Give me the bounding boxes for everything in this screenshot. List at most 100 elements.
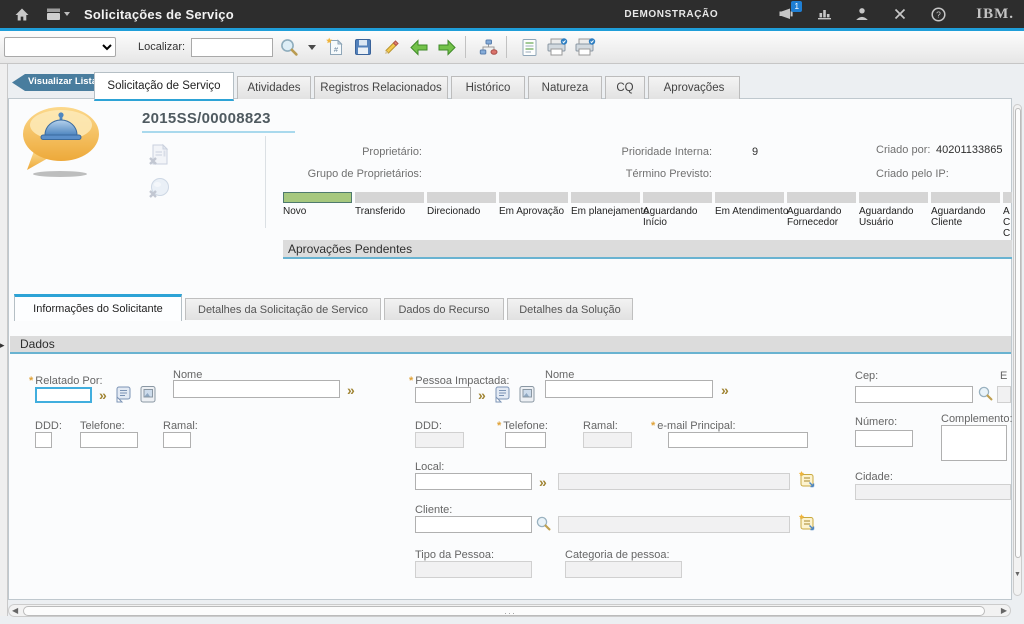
impactada-ramal-label: Ramal: [583, 420, 618, 432]
cliente-input[interactable] [415, 516, 532, 533]
pessoa-impactada-input[interactable] [415, 387, 471, 403]
categoria-pessoa-label: Categoria de pessoa: [565, 549, 670, 561]
subtab-detalhes-solucao[interactable]: Detalhes da Solução [507, 298, 633, 320]
required-icon: * [409, 375, 413, 387]
relatado-nome-chevron-icon[interactable]: » [347, 383, 355, 397]
vertical-scrollbar[interactable]: ▼ [1013, 104, 1022, 596]
tab-natureza[interactable]: Natureza [528, 76, 602, 99]
numero-input[interactable] [855, 430, 913, 447]
status-segment-label: Aguardando Usuário [859, 206, 937, 228]
ibm-logo: IBM. [976, 6, 1014, 23]
horizontal-scrollbar[interactable]: ◀ ··· ▶ [8, 604, 1011, 617]
view-list-button[interactable]: Visualizar Lista [12, 74, 106, 91]
localizar-input[interactable] [191, 38, 273, 57]
search-icon[interactable] [277, 34, 301, 60]
status-segment-label: Direcionado [427, 206, 505, 217]
status-segment-label: Aguardando Início [643, 206, 721, 228]
toolbar-separator [506, 36, 507, 58]
relatado-ramal-label: Ramal: [163, 420, 198, 432]
impactada-nome-chevron-icon[interactable]: » [721, 383, 729, 397]
print-button[interactable] [545, 34, 569, 60]
tab-solicitacao-de-servico[interactable]: Solicitação de Serviço [94, 72, 234, 101]
relatado-ddd-input[interactable] [35, 432, 52, 448]
local-input[interactable] [415, 473, 532, 490]
subtab-dados-recurso[interactable]: Dados do Recurso [384, 298, 504, 320]
tab-registros-relacionados[interactable]: Registros Relacionados [314, 76, 448, 99]
logout-icon[interactable] [888, 3, 912, 25]
bulletins-icon[interactable]: 1 [774, 3, 798, 25]
status-segment: Em Atendimento [715, 192, 784, 238]
cidade-label: Cidade: [855, 471, 893, 483]
status-segment-bar [715, 192, 784, 203]
work-area: ▸ Visualizar Lista Solicitação de Serviç… [0, 64, 1024, 624]
impactada-nome-input[interactable] [545, 380, 713, 398]
tab-atividades[interactable]: Atividades [237, 76, 311, 99]
relatado-nome-input[interactable] [173, 380, 340, 398]
tipo-pessoa-label: Tipo da Pessoa: [415, 549, 494, 561]
tab-cq[interactable]: CQ [605, 76, 645, 99]
reports-button[interactable] [517, 34, 541, 60]
subtab-detalhes-solicitacao[interactable]: Detalhes da Solicitação de Servico [185, 298, 381, 320]
estado-input-truncated [997, 386, 1011, 403]
status-segment: Direcionado [427, 192, 496, 238]
tab-aprovacoes[interactable]: Aprovações [648, 76, 740, 99]
cep-search-icon[interactable] [977, 385, 997, 405]
vscroll-thumb[interactable] [1015, 108, 1021, 558]
pessoa-impactada-clipboard-icon[interactable] [517, 384, 537, 404]
cliente-descricao-input [558, 516, 790, 533]
status-segment: Aguardando Cliente [931, 192, 1000, 238]
local-detail-chevron-icon[interactable]: » [539, 475, 547, 489]
search-options-caret[interactable] [305, 34, 319, 60]
email-principal-input[interactable] [668, 432, 808, 448]
print-with-attachments-button[interactable] [573, 34, 597, 60]
workflow-icon[interactable] [476, 34, 500, 60]
impactada-ddd-label: DDD: [415, 420, 442, 432]
hscroll-thumb[interactable]: ··· [23, 606, 985, 616]
categoria-pessoa-input [565, 561, 682, 578]
relatado-telefone-label: Telefone: [80, 420, 125, 432]
status-segment-bar [643, 192, 712, 203]
relatado-por-detail-menu-icon[interactable] [114, 384, 134, 404]
status-segment: Transferido [355, 192, 424, 238]
criado-por-value: 40201133865 [936, 144, 1002, 156]
sidebar-expand-arrow[interactable]: ▸ [0, 340, 5, 351]
svg-text:?: ? [936, 9, 941, 19]
reports-chart-icon[interactable] [812, 3, 836, 25]
relatado-por-detail-chevron-icon[interactable]: » [99, 388, 107, 402]
cliente-search-icon[interactable] [535, 515, 555, 535]
relatado-ddd-label: DDD: [35, 420, 62, 432]
previous-record-button[interactable] [407, 34, 431, 60]
save-button[interactable] [351, 34, 375, 60]
impactada-telefone-input[interactable] [505, 432, 546, 448]
cliente-longdesc-icon[interactable] [797, 513, 817, 533]
tab-historico[interactable]: Histórico [451, 76, 525, 99]
hscroll-left-arrow[interactable]: ◀ [12, 606, 18, 615]
relatado-por-input[interactable] [35, 387, 92, 403]
hscroll-right-arrow[interactable]: ▶ [1001, 606, 1007, 615]
help-icon[interactable]: ? [926, 3, 950, 25]
complemento-textarea[interactable] [941, 425, 1007, 461]
relatado-ramal-input[interactable] [163, 432, 191, 448]
cep-input[interactable] [855, 386, 973, 403]
next-record-button[interactable] [435, 34, 459, 60]
profile-icon[interactable] [850, 3, 874, 25]
required-icon: * [29, 375, 33, 387]
status-segment-label: Em Aprovação [499, 206, 577, 217]
relatado-telefone-input[interactable] [80, 432, 138, 448]
pessoa-impactada-detail-chevron-icon[interactable]: » [478, 388, 486, 402]
record-id: 2015SS/00008823 [142, 110, 271, 127]
action-select[interactable] [4, 37, 116, 57]
subtab-informacoes-solicitante[interactable]: Informações do Solicitante [14, 294, 182, 321]
status-segment-label: Aguardando Cliente [931, 206, 1009, 228]
clear-changes-button[interactable] [379, 34, 403, 60]
new-record-button[interactable]: # [323, 34, 347, 60]
status-segment-bar [283, 192, 352, 203]
status-segment: Novo [283, 192, 352, 238]
vscroll-down-arrow[interactable]: ▼ [1013, 567, 1022, 583]
tipo-pessoa-input [415, 561, 532, 578]
pessoa-impactada-detail-menu-icon[interactable] [493, 384, 513, 404]
goto-apps-icon[interactable] [46, 3, 70, 25]
relatado-por-clipboard-icon[interactable] [138, 384, 158, 404]
home-icon[interactable] [10, 3, 34, 25]
local-longdesc-icon[interactable] [797, 470, 817, 490]
